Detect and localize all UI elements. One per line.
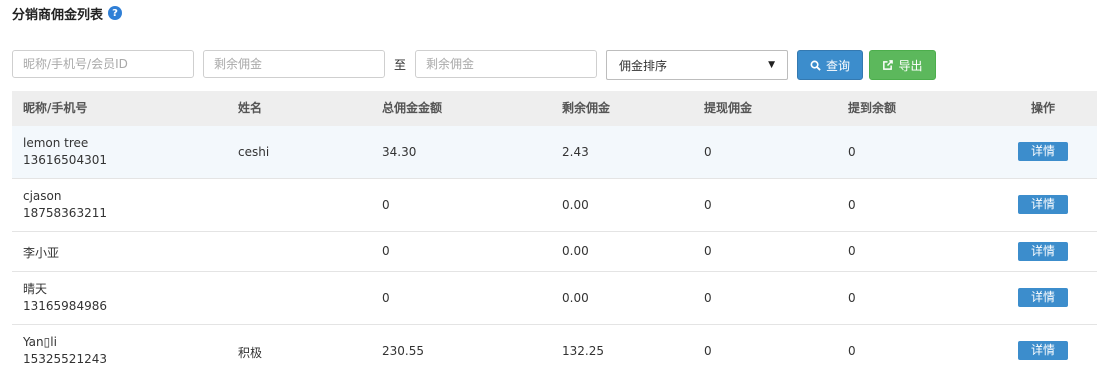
page-header: 分销商佣金列表 ? [12,4,123,23]
range-separator-label: 至 [394,58,407,72]
withdrawn-commission-cell: 0 [704,244,712,258]
nickname: 晴天 [23,282,48,296]
remaining-commission-cell: 132.25 [562,344,604,358]
column-header-total-commission: 总佣金金额 [382,101,443,115]
column-header-to-balance: 提到余额 [848,101,897,115]
remaining-commission-cell: 0.00 [562,198,589,212]
search-input[interactable] [12,50,194,78]
table-row: 晴天 13165984986 0 0.00 0 0 详情 [12,272,1097,325]
nickname: cjason [23,189,62,203]
column-header-remaining-commission: 剩余佣金 [562,101,611,115]
export-button-label: 导出 [898,58,923,73]
query-button[interactable]: 查询 [797,50,863,80]
sort-select[interactable]: 佣金排序 ▼ [606,50,788,80]
help-icon[interactable]: ? [108,6,123,20]
table-row: 李小亚 0 0.00 0 0 详情 [12,232,1097,272]
query-button-label: 查询 [825,58,850,73]
to-balance-cell: 0 [848,291,856,305]
detail-button[interactable]: 详情 [1018,142,1068,161]
external-link-icon [883,59,894,70]
column-header-withdrawn-commission: 提现佣金 [704,101,753,115]
table-row: lemon tree 13616504301 ceshi 34.30 2.43 … [12,126,1097,179]
to-balance-cell: 0 [848,198,856,212]
phone: 13165984986 [23,299,107,313]
to-balance-cell: 0 [848,145,856,159]
column-header-name: 姓名 [238,101,263,115]
nickname-phone-cell: Yan▯li 15325521243 [23,334,107,368]
remaining-commission-cell: 2.43 [562,145,589,159]
withdrawn-commission-cell: 0 [704,198,712,212]
search-icon [810,60,821,71]
remaining-commission-cell: 0.00 [562,291,589,305]
total-commission-cell: 0 [382,244,390,258]
min-commission-input[interactable] [203,50,385,78]
withdrawn-commission-cell: 0 [704,344,712,358]
nickname: lemon tree [23,136,89,150]
name-cell: 积极 [238,346,263,360]
table-row: Yan▯li 15325521243 积极 230.55 132.25 0 0 … [12,325,1097,377]
export-button[interactable]: 导出 [869,50,936,80]
column-header-actions: 操作 [1031,101,1056,115]
detail-button[interactable]: 详情 [1018,288,1068,307]
table-row: cjason 18758363211 0 0.00 0 0 详情 [12,179,1097,232]
total-commission-cell: 0 [382,291,390,305]
sort-select-value: 佣金排序 [619,58,668,73]
nickname-phone-cell: cjason 18758363211 [23,188,107,222]
phone: 13616504301 [23,153,107,167]
total-commission-cell: 230.55 [382,344,424,358]
table-header: 昵称/手机号 姓名 总佣金金额 剩余佣金 提现佣金 提到余额 操作 [12,91,1097,126]
withdrawn-commission-cell: 0 [704,145,712,159]
phone: 15325521243 [23,352,107,366]
nickname: Yan▯li [23,335,57,349]
detail-button[interactable]: 详情 [1018,195,1068,214]
detail-button[interactable]: 详情 [1018,242,1068,261]
detail-button[interactable]: 详情 [1018,341,1068,360]
nickname-phone-cell: lemon tree 13616504301 [23,135,107,169]
remaining-commission-cell: 0.00 [562,244,589,258]
commission-table: 昵称/手机号 姓名 总佣金金额 剩余佣金 提现佣金 提到余额 操作 lemon … [12,91,1097,377]
to-balance-cell: 0 [848,344,856,358]
page-title: 分销商佣金列表 [12,7,104,23]
withdrawn-commission-cell: 0 [704,291,712,305]
filter-bar: 至 佣金排序 ▼ 查询 导出 [0,50,1097,80]
total-commission-cell: 34.30 [382,145,417,159]
to-balance-cell: 0 [848,244,856,258]
column-header-nickname-phone: 昵称/手机号 [23,101,88,115]
max-commission-input[interactable] [415,50,597,78]
caret-down-icon: ▼ [768,60,775,70]
nickname: 李小亚 [23,246,60,260]
total-commission-cell: 0 [382,198,390,212]
phone: 18758363211 [23,206,107,220]
nickname-phone-cell: 晴天 13165984986 [23,281,107,315]
name-cell: ceshi [238,145,270,159]
